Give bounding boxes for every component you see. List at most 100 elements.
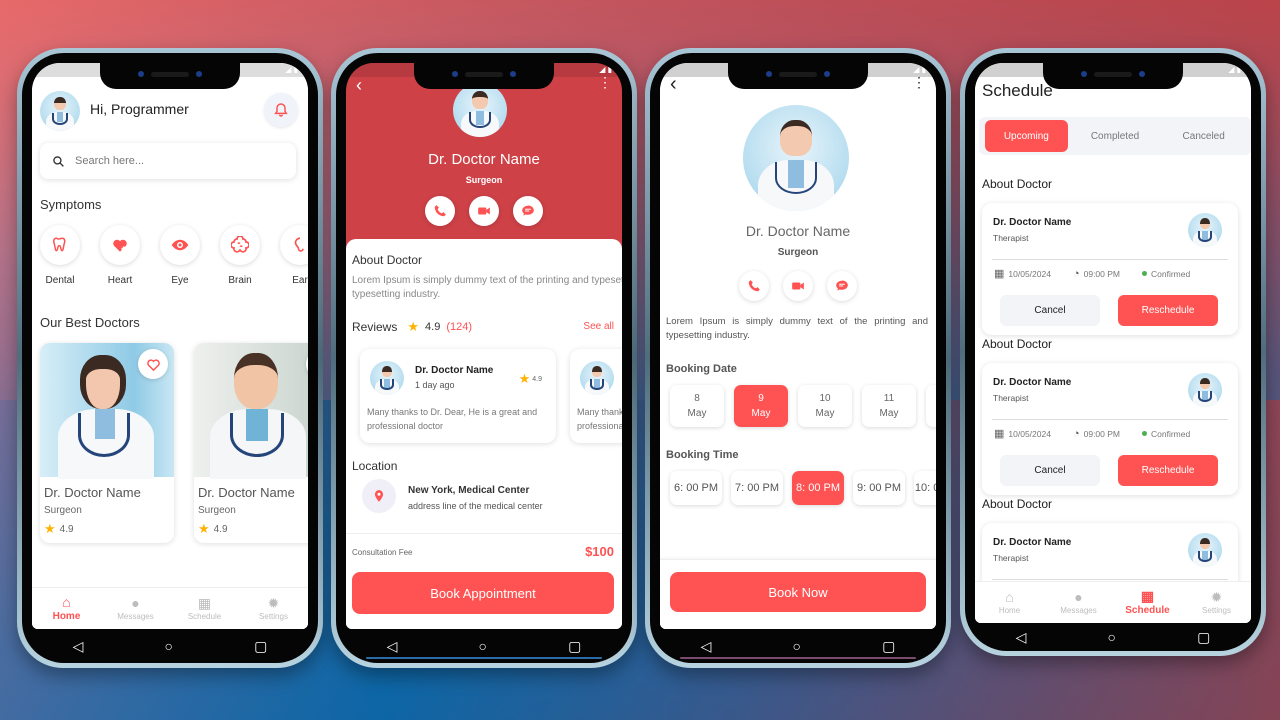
gear-icon: ✹: [267, 595, 280, 611]
appointment-card: Dr. Doctor Name Therapist ▦ 10/05/2024 ◔ 0…: [982, 363, 1238, 495]
nav-messages[interactable]: ● Messages: [1044, 582, 1113, 623]
symptom-heart[interactable]: Heart: [100, 225, 140, 286]
about-text: Lorem Ipsum is simply dummy text of the …: [666, 316, 928, 341]
video-call-button[interactable]: [469, 196, 499, 226]
phone-icon: [434, 205, 446, 217]
home-nav-icon[interactable]: ○: [165, 639, 173, 653]
bottom-navigation: ⌂ Home ● Messages ▦ Schedule ✹ Settings: [975, 581, 1251, 623]
divider: [992, 579, 1228, 580]
search-bar[interactable]: Search here...: [40, 143, 296, 179]
date-option[interactable]: [926, 385, 936, 427]
home-nav-icon[interactable]: ○: [793, 639, 801, 653]
doctor-specialty: Surgeon: [44, 505, 82, 516]
book-now-button[interactable]: Book Now: [670, 572, 926, 612]
cancel-button[interactable]: Cancel: [1000, 455, 1100, 486]
booking-footer: Book Now: [660, 559, 936, 629]
bell-icon: [274, 103, 288, 117]
nav-home[interactable]: ⌂ Home: [32, 588, 101, 629]
doctor-name: Dr. Doctor Name: [198, 485, 295, 500]
doctor-card[interactable]: Dr. Doctor Name Surgeon ★ 4.9: [194, 343, 308, 543]
schedule-screen: ◢ ▮ Schedule Upcoming Completed Canceled…: [975, 63, 1251, 623]
booking-time-title: Booking Time: [666, 449, 739, 461]
back-nav-icon[interactable]: ◁: [701, 639, 712, 653]
nav-settings[interactable]: ✹ Settings: [239, 588, 308, 629]
appointment-specialty: Therapist: [993, 553, 1029, 563]
call-button[interactable]: [739, 271, 769, 301]
appointment-date: 10/05/2024: [1008, 268, 1051, 279]
user-avatar[interactable]: [40, 91, 80, 131]
more-options-button[interactable]: ⋮: [912, 75, 926, 89]
location-title: Location: [352, 459, 398, 473]
recents-nav-icon[interactable]: ▢: [254, 639, 267, 653]
back-nav-icon[interactable]: ◁: [73, 639, 84, 653]
tab-upcoming[interactable]: Upcoming: [985, 120, 1068, 152]
nav-label: Messages: [1060, 606, 1097, 615]
time-option[interactable]: 6: 00 PM: [670, 471, 722, 505]
reschedule-button[interactable]: Reschedule: [1118, 295, 1218, 326]
more-options-button[interactable]: ⋮: [598, 75, 612, 89]
nav-label: Schedule: [1125, 605, 1170, 616]
date-day: 9: [758, 393, 764, 404]
favorite-button[interactable]: [138, 349, 168, 379]
date-month: May: [751, 408, 771, 419]
book-appointment-button[interactable]: Book Appointment: [352, 572, 614, 614]
date-day: 8: [694, 393, 700, 404]
date-option[interactable]: 8 May: [670, 385, 724, 427]
appointment-doctor-name: Dr. Doctor Name: [993, 377, 1072, 388]
symptom-eye[interactable]: Eye: [160, 225, 200, 286]
tab-completed[interactable]: Completed: [1074, 120, 1157, 152]
date-option[interactable]: 10 May: [798, 385, 852, 427]
notch: [728, 63, 868, 89]
time-option[interactable]: 10: 00 PM: [914, 471, 936, 505]
booking-date-title: Booking Date: [666, 363, 737, 375]
nav-label: Home: [998, 606, 1021, 615]
nav-schedule[interactable]: ▦ Schedule: [170, 588, 239, 629]
back-nav-icon[interactable]: ◁: [1016, 630, 1027, 644]
nav-settings[interactable]: ✹ Settings: [1182, 582, 1251, 623]
see-all-link[interactable]: See all: [583, 321, 614, 332]
booking-screen: ◢ ▮ ‹ ⋮ Dr. Doctor Name Surgeon Lorem Ip…: [660, 63, 936, 629]
notch: [100, 63, 240, 89]
back-button[interactable]: ‹: [356, 75, 362, 96]
date-day: 10: [819, 393, 831, 404]
home-nav-icon[interactable]: ○: [1108, 630, 1116, 644]
about-title: About Doctor: [352, 253, 423, 267]
search-input[interactable]: Search here...: [75, 155, 144, 167]
symptom-brain[interactable]: Brain: [220, 225, 260, 286]
appointment-status: Confirmed: [1151, 268, 1191, 279]
notification-button[interactable]: [264, 93, 298, 127]
symptom-ear[interactable]: Ear: [280, 225, 308, 286]
recents-nav-icon[interactable]: ▢: [882, 639, 895, 653]
nav-schedule[interactable]: ▦ Schedule: [1113, 582, 1182, 623]
phone-icon: [748, 280, 760, 292]
home-screen: ◢ ▮ Hi, Programmer Search here... Sympto…: [32, 63, 308, 629]
home-icon: ⌂: [1005, 589, 1014, 605]
cancel-button[interactable]: Cancel: [1000, 295, 1100, 326]
symptoms-title: Symptoms: [40, 197, 102, 212]
date-option-selected[interactable]: 9 May: [734, 385, 788, 427]
video-call-button[interactable]: [783, 271, 813, 301]
time-option-selected[interactable]: 8: 00 PM: [792, 471, 844, 505]
recents-nav-icon[interactable]: ▢: [1197, 630, 1210, 644]
back-nav-icon[interactable]: ◁: [387, 639, 398, 653]
about-text: Lorem Ipsum is simply dummy text of the …: [352, 275, 622, 286]
section-title: About Doctor: [982, 177, 1053, 191]
time-option[interactable]: 9: 00 PM: [853, 471, 905, 505]
home-nav-icon[interactable]: ○: [479, 639, 487, 653]
message-button[interactable]: [827, 271, 857, 301]
calendar-icon: ▦: [994, 428, 1005, 440]
call-button[interactable]: [425, 196, 455, 226]
nav-home[interactable]: ⌂ Home: [975, 582, 1044, 623]
tab-canceled[interactable]: Canceled: [1162, 120, 1245, 152]
message-button[interactable]: [513, 196, 543, 226]
symptom-label: Eye: [171, 275, 189, 286]
reschedule-button[interactable]: Reschedule: [1118, 455, 1218, 486]
date-option[interactable]: 11 May: [862, 385, 916, 427]
nav-messages[interactable]: ● Messages: [101, 588, 170, 629]
doctor-card[interactable]: Dr. Doctor Name Surgeon ★ 4.9: [40, 343, 174, 543]
recents-nav-icon[interactable]: ▢: [568, 639, 581, 653]
heart-outline-icon: [146, 358, 160, 371]
symptom-dental[interactable]: Dental: [40, 225, 80, 286]
date-month: May: [815, 408, 835, 419]
time-option[interactable]: 7: 00 PM: [731, 471, 783, 505]
